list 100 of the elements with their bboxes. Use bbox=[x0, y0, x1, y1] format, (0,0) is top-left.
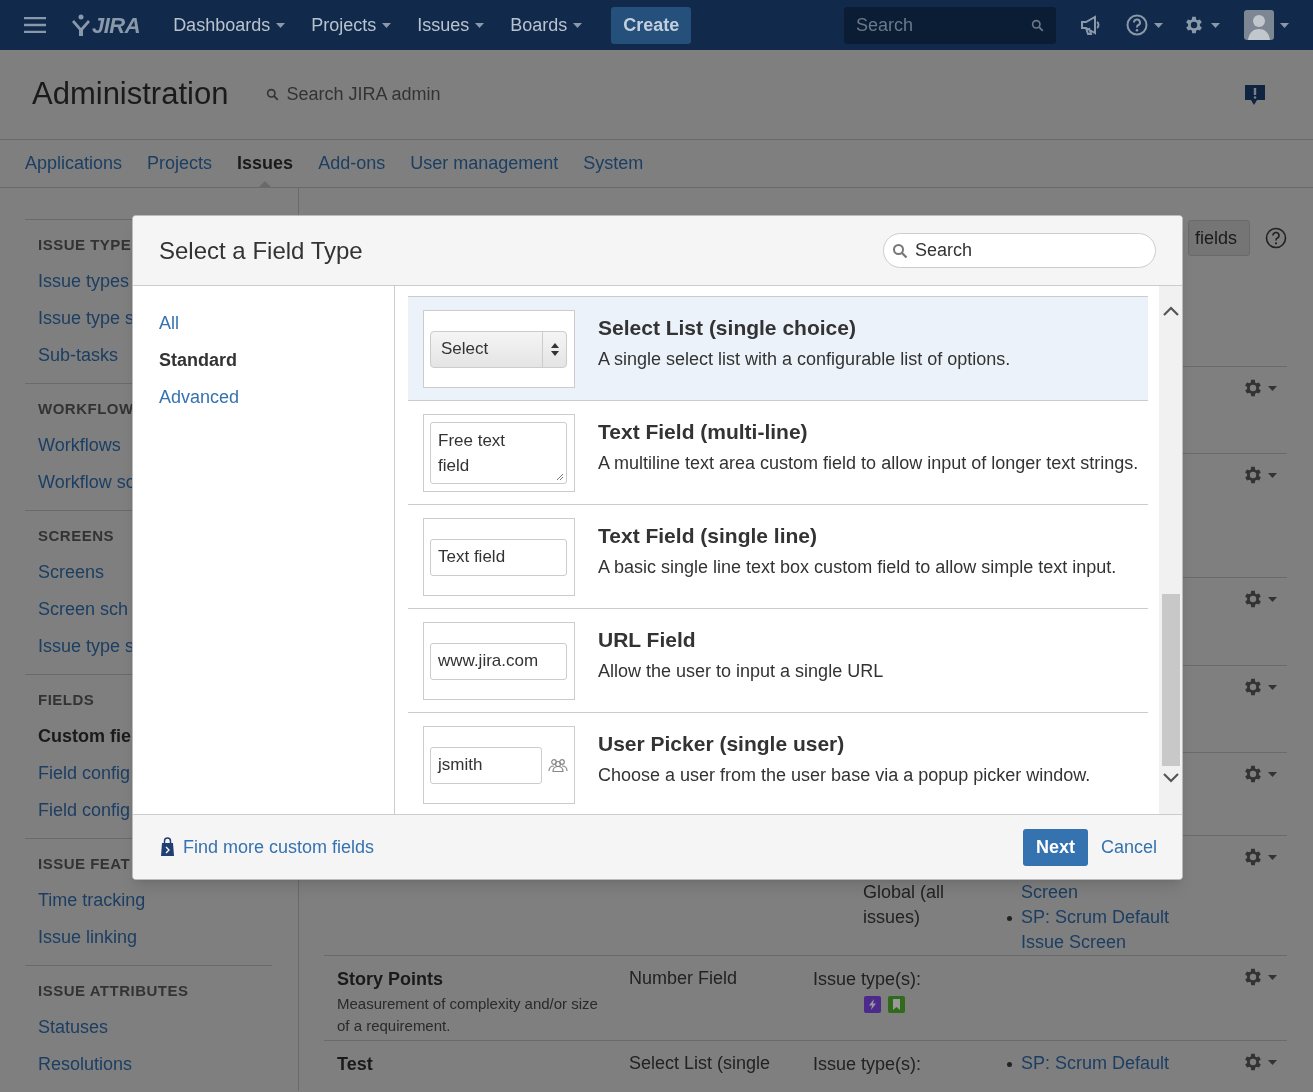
sidebar-link[interactable]: Statuses bbox=[38, 1014, 109, 1041]
caret-icon bbox=[1268, 854, 1277, 860]
field-type: Number Field bbox=[629, 967, 739, 990]
create-button[interactable]: Create bbox=[611, 6, 692, 44]
field-type-title: User Picker (single user) bbox=[598, 731, 846, 757]
screen-link[interactable]: SP: Scrum Default Issue Screen bbox=[1021, 905, 1186, 955]
sidebar-link[interactable]: Screens bbox=[38, 559, 105, 586]
field-type-description: Choose a user from the user base via a popup picker window. bbox=[598, 763, 1091, 787]
admin-tab[interactable]: Applications bbox=[25, 140, 123, 187]
caret-icon bbox=[1154, 22, 1163, 28]
sidebar-link[interactable]: Time tracking bbox=[38, 887, 146, 914]
search-placeholder: Search bbox=[915, 239, 973, 262]
cancel-link[interactable]: Cancel bbox=[1100, 833, 1157, 861]
gear-icon[interactable] bbox=[1242, 676, 1264, 698]
feedback-icon[interactable] bbox=[1244, 83, 1266, 106]
users-icon bbox=[548, 758, 568, 772]
chevron-down-icon[interactable] bbox=[1162, 773, 1179, 783]
gear-icon[interactable] bbox=[1242, 464, 1264, 486]
nav-menu[interactable]: Projects bbox=[298, 11, 405, 39]
text-input: www.jira.com bbox=[430, 642, 567, 680]
screen-link[interactable]: SP: Scrum Default bbox=[1021, 1051, 1170, 1076]
page-title: Administration bbox=[32, 75, 229, 114]
nav-menu[interactable]: Dashboards bbox=[160, 11, 299, 39]
gear-icon[interactable] bbox=[1242, 1051, 1264, 1073]
help-icon[interactable] bbox=[1126, 14, 1148, 36]
find-more-link[interactable]: Find more custom fields bbox=[183, 833, 375, 861]
field-type-title: Text Field (multi-line) bbox=[598, 419, 809, 445]
caret-icon bbox=[475, 22, 485, 28]
admin-tab[interactable]: Add-ons bbox=[318, 140, 386, 187]
caret-icon bbox=[1280, 22, 1289, 28]
field-type-title: URL Field bbox=[598, 627, 697, 653]
admin-search-placeholder: Search JIRA admin bbox=[286, 83, 441, 106]
dialog-search-field[interactable]: Search bbox=[883, 233, 1156, 268]
select-value: Select bbox=[440, 338, 490, 361]
gear-icon[interactable] bbox=[1183, 14, 1205, 36]
search-icon bbox=[1031, 18, 1044, 32]
admin-tab[interactable]: User management bbox=[410, 140, 559, 187]
search-icon bbox=[266, 88, 280, 101]
field-type-title: Text Field (single line) bbox=[598, 523, 818, 549]
nav-menu[interactable]: Issues bbox=[404, 11, 498, 39]
sidebar-heading: FIELDS bbox=[38, 689, 95, 710]
sidebar-heading: ISSUE TYPE bbox=[38, 234, 132, 255]
sidebar-link[interactable]: Issue linking bbox=[38, 924, 138, 951]
field-type: Select List (single bbox=[629, 1052, 772, 1075]
caret-icon bbox=[1268, 771, 1277, 777]
admin-tab[interactable]: System bbox=[583, 140, 644, 187]
category-link[interactable]: Standard bbox=[159, 347, 237, 374]
field-name: Story Points bbox=[337, 968, 444, 991]
sidebar-heading: ISSUE FEAT bbox=[38, 853, 131, 874]
sidebar-link[interactable]: Workflows bbox=[38, 432, 121, 459]
gear-icon[interactable] bbox=[1242, 588, 1264, 610]
issue-types-label: Issue type(s): bbox=[813, 968, 923, 991]
sidebar-heading: WORKFLOW bbox=[38, 398, 134, 419]
next-button[interactable]: Next bbox=[1022, 828, 1088, 866]
admin-tab[interactable]: Issues bbox=[237, 140, 294, 187]
category-link[interactable]: All bbox=[159, 310, 179, 337]
sidebar-link[interactable]: Field config bbox=[38, 797, 131, 824]
field-type-description: A single select list with a configurable list of options. bbox=[598, 347, 1011, 371]
search-placeholder: Search bbox=[856, 13, 914, 37]
logo-text: JIRA bbox=[92, 11, 141, 40]
field-type-title: Select List (single choice) bbox=[598, 315, 857, 341]
caret-icon bbox=[1268, 596, 1277, 602]
sidebar-link[interactable]: Screen sch bbox=[38, 596, 129, 623]
caret-icon bbox=[1268, 472, 1277, 478]
sidebar-link[interactable]: Sub-tasks bbox=[38, 342, 119, 369]
sidebar-link[interactable]: Issue types bbox=[38, 268, 130, 295]
admin-search-field[interactable]: Search JIRA admin bbox=[266, 81, 441, 108]
nav-menu[interactable]: Boards bbox=[497, 11, 596, 39]
add-field-button[interactable]: fields bbox=[1187, 220, 1250, 256]
scrollbar-thumb[interactable] bbox=[1161, 594, 1180, 766]
sidebar-link[interactable]: Custom fie bbox=[38, 723, 131, 750]
sidebar-heading: SCREENS bbox=[38, 525, 115, 546]
caret-icon bbox=[1268, 1059, 1277, 1065]
screen-link[interactable]: Screen bbox=[1021, 880, 1079, 905]
field-type-option[interactable]: Select Select List (single choice) A single select list with a configurable list of options. bbox=[408, 296, 1148, 400]
megaphone-icon[interactable] bbox=[1080, 15, 1102, 35]
shopping-bag-icon bbox=[160, 837, 175, 857]
field-name: Test bbox=[337, 1053, 374, 1076]
sidebar-link[interactable]: Resolutions bbox=[38, 1051, 133, 1078]
caret-icon bbox=[1268, 385, 1277, 391]
scrollbar[interactable] bbox=[1159, 286, 1182, 814]
gear-icon[interactable] bbox=[1242, 966, 1264, 988]
gear-icon[interactable] bbox=[1242, 377, 1264, 399]
search-field[interactable]: Search bbox=[844, 6, 1056, 44]
sidebar-link[interactable]: Field config bbox=[38, 760, 131, 787]
search-icon bbox=[892, 242, 908, 259]
gear-icon[interactable] bbox=[1242, 846, 1264, 868]
text-input: Text field bbox=[430, 538, 567, 576]
gear-icon[interactable] bbox=[1242, 763, 1264, 785]
menu-icon[interactable] bbox=[24, 17, 46, 33]
category-link[interactable]: Advanced bbox=[159, 384, 240, 411]
admin-tab[interactable]: Projects bbox=[147, 140, 213, 187]
help-icon[interactable] bbox=[1265, 227, 1287, 249]
text-area: Free text field bbox=[430, 422, 567, 484]
context-text: Global (all issues) bbox=[862, 881, 946, 929]
chevron-up-icon[interactable] bbox=[1162, 306, 1179, 316]
field-type-description: A multiline text area custom field to allow input of longer text strings. bbox=[598, 451, 1139, 475]
caret-icon bbox=[382, 22, 392, 28]
caret-icon bbox=[1268, 974, 1277, 980]
avatar-icon[interactable] bbox=[1244, 10, 1274, 40]
